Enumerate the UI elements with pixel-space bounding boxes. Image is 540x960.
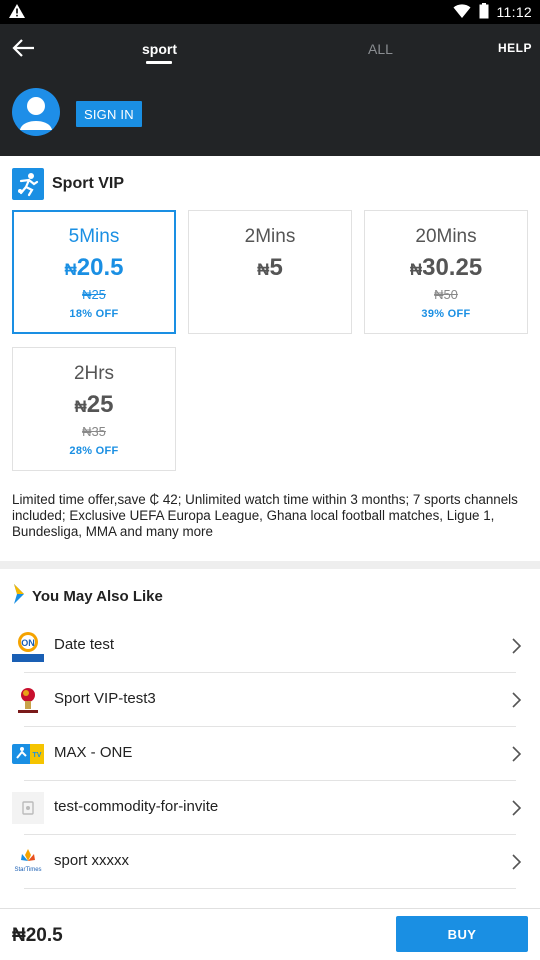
placeholder-image-icon	[12, 792, 44, 824]
list-item-label: MAX - ONE	[54, 744, 133, 761]
plan-original-price: ₦25	[82, 287, 106, 302]
section-header-sport-vip: Sport VIP	[12, 168, 124, 200]
plan-price: ₦20.5	[14, 254, 174, 282]
status-bar: 11:12	[0, 0, 540, 24]
currency-symbol: ₦	[74, 397, 87, 416]
list-item-test-commodity-for-invite[interactable]: test-commodity-for-invite	[0, 781, 540, 835]
help-button[interactable]: HELP	[498, 41, 532, 55]
plan-original-price: ₦50	[434, 287, 458, 302]
tab-all-label: ALL	[368, 41, 393, 57]
total-price: ₦20.5	[12, 925, 63, 946]
plan-price: ₦30.25	[365, 254, 527, 282]
sign-in-button[interactable]: SIGN IN	[76, 101, 142, 127]
section-divider	[0, 561, 540, 569]
plan-duration: 20Mins	[415, 226, 477, 247]
currency-symbol: ₦	[257, 260, 270, 279]
chevron-accent-icon	[12, 583, 26, 610]
plan-description: Limited time offer,save ₵ 42; Unlimited …	[12, 492, 518, 539]
wifi-icon	[453, 3, 471, 22]
plan-price-value: 30.25	[422, 254, 483, 281]
list-item-label: sport xxxxx	[54, 852, 130, 869]
sport-vip-logo-icon	[12, 168, 44, 200]
plan-card-2hrs[interactable]: 2Hrs ₦25 ₦35 28% OFF	[12, 347, 176, 471]
list-separator	[24, 888, 516, 889]
plan-card-2mins[interactable]: 2Mins ₦5	[188, 210, 352, 334]
tab-active-indicator	[146, 61, 172, 64]
chevron-right-icon	[512, 854, 522, 870]
list-item-label: Sport VIP-test3	[54, 690, 156, 707]
account-header: sport ALL HELP SIGN IN	[0, 24, 540, 156]
list-item-label: Date test	[54, 636, 115, 653]
plan-duration: 5Mins	[68, 226, 120, 247]
plan-duration: 2Mins	[244, 226, 296, 247]
list-item-date-test[interactable]: ON Date test	[0, 619, 540, 673]
status-time: 11:12	[496, 4, 532, 20]
plan-duration: 2Hrs	[73, 363, 115, 384]
warning-icon	[8, 3, 26, 22]
max-one-icon: TV	[12, 738, 44, 770]
chevron-right-icon	[512, 692, 522, 708]
avatar[interactable]	[12, 88, 60, 136]
list-item-sport-vip-test3[interactable]: Sport VIP-test3	[0, 673, 540, 727]
plan-price-value: 20.5	[76, 254, 124, 281]
plan-price: ₦5	[189, 254, 351, 282]
tab-all[interactable]: ALL	[368, 41, 393, 57]
plan-original-price: ₦35	[82, 424, 106, 439]
plan-price-value: 25	[86, 391, 114, 418]
currency-symbol: ₦	[64, 260, 77, 279]
top-navigation: sport ALL HELP	[0, 24, 540, 80]
list-item-sport-xxxxx[interactable]: StarTimes sport xxxxx	[0, 835, 540, 889]
list-item-label: test-commodity-for-invite	[54, 798, 219, 815]
plan-card-5mins[interactable]: 5Mins ₦20.5 ₦25 18% OFF	[12, 210, 176, 334]
startimes-icon: StarTimes	[12, 846, 44, 878]
arrow-left-icon	[12, 39, 34, 57]
chevron-right-icon	[512, 638, 522, 654]
svg-text:TV: TV	[33, 752, 42, 759]
user-icon	[20, 97, 52, 130]
buy-button[interactable]: BUY	[396, 916, 528, 952]
list-item-max-one[interactable]: TV MAX - ONE	[0, 727, 540, 781]
chevron-right-icon	[512, 800, 522, 816]
section-title: You May Also Like	[32, 587, 163, 605]
svg-text:ON: ON	[21, 638, 35, 648]
section-title: Sport VIP	[52, 175, 125, 192]
plan-card-20mins[interactable]: 20Mins ₦30.25 ₦50 39% OFF	[364, 210, 528, 334]
svg-text:StarTimes: StarTimes	[14, 867, 41, 873]
tab-sport[interactable]: sport	[142, 41, 177, 64]
checkout-bar: ₦20.5 BUY	[0, 908, 540, 960]
plan-discount: 28% OFF	[69, 445, 119, 457]
plan-price-value: 5	[269, 254, 283, 281]
back-button[interactable]	[10, 36, 40, 62]
world-cup-icon	[12, 684, 44, 716]
plan-discount: 39% OFF	[421, 308, 471, 320]
battery-icon	[479, 2, 489, 22]
startimes-on-icon: ON	[12, 630, 44, 662]
plan-price: ₦25	[13, 391, 175, 419]
plan-discount: 18% OFF	[69, 308, 119, 320]
tab-sport-label: sport	[142, 41, 177, 57]
currency-symbol: ₦	[409, 260, 423, 279]
section-header-recommendations: You May Also Like	[12, 583, 163, 610]
chevron-right-icon	[512, 746, 522, 762]
